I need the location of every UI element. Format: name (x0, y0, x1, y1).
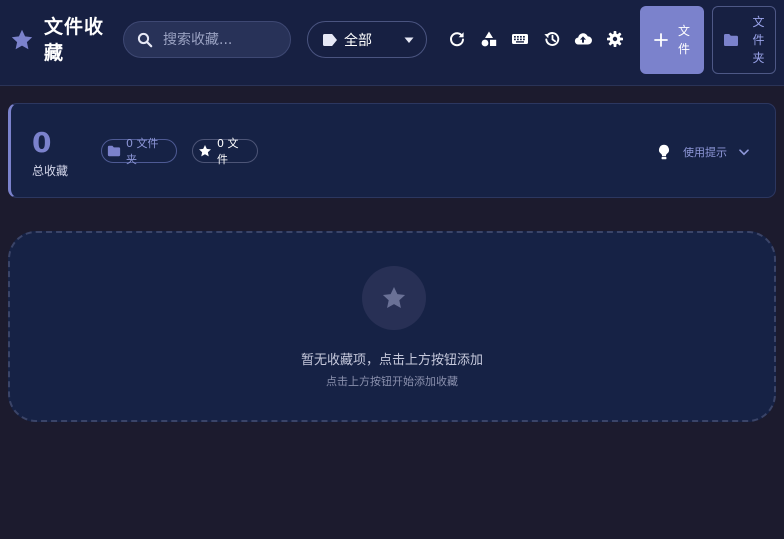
empty-state-hint: 点击上方按钮开始添加收藏 (326, 375, 458, 388)
search-box[interactable] (123, 21, 291, 58)
toolbar (446, 28, 635, 52)
usage-tips-label: 使用提示 (683, 146, 727, 159)
plus-icon (653, 33, 668, 47)
app-title: 文件收藏 (44, 16, 105, 64)
app-root: 文件收藏 全部 (0, 0, 784, 539)
empty-state-badge (362, 266, 426, 330)
file-count-chip: 0 文件 (192, 137, 258, 166)
folder-icon (724, 34, 738, 46)
add-folder-button[interactable]: 文件夹 (712, 6, 776, 74)
cloud-upload-icon (574, 33, 592, 45)
usage-tips-toggle[interactable]: 使用提示 (657, 142, 749, 162)
lightbulb-icon (659, 144, 669, 160)
shapes-icon (481, 31, 496, 47)
add-file-label: 文件 (677, 24, 690, 56)
folder-count-chip: 0 文件夹 (101, 137, 177, 166)
refresh-button[interactable] (446, 28, 468, 50)
upload-button[interactable] (572, 28, 594, 50)
add-folder-label: 文件夹 (752, 15, 765, 65)
header: 文件收藏 全部 (0, 0, 784, 86)
keyboard-button[interactable] (509, 28, 531, 50)
star-icon (11, 29, 33, 50)
chevron-down-icon (739, 148, 749, 155)
gear-icon (606, 31, 623, 47)
add-file-button[interactable]: 文件 (640, 6, 704, 74)
refresh-icon (450, 32, 464, 47)
folder-icon (107, 145, 121, 157)
empty-state-message: 暂无收藏项，点击上方按钮添加 (300, 353, 483, 368)
total-count: 0 (32, 126, 52, 159)
category-select-value: 全部 (344, 32, 372, 49)
folder-count-label: 0 文件夹 (126, 137, 159, 166)
tag-icon (323, 33, 337, 46)
history-button[interactable] (541, 28, 563, 50)
search-icon (137, 32, 153, 47)
stats-card: 0 总收藏 0 文件夹 0 文件 使用提示 (8, 103, 776, 198)
star-icon (199, 145, 211, 157)
brand: 文件收藏 (10, 14, 110, 70)
history-icon (543, 32, 559, 46)
search-input[interactable] (163, 31, 283, 48)
shapes-button[interactable] (478, 28, 500, 50)
total-label: 总收藏 (32, 164, 69, 178)
star-icon (382, 286, 406, 308)
settings-button[interactable] (604, 28, 626, 50)
keyboard-icon (512, 34, 528, 44)
category-select[interactable]: 全部 (307, 21, 427, 58)
empty-state: 暂无收藏项，点击上方按钮添加 点击上方按钮开始添加收藏 (8, 231, 776, 422)
file-count-label: 0 文件 (217, 137, 239, 166)
caret-down-icon (404, 37, 414, 43)
